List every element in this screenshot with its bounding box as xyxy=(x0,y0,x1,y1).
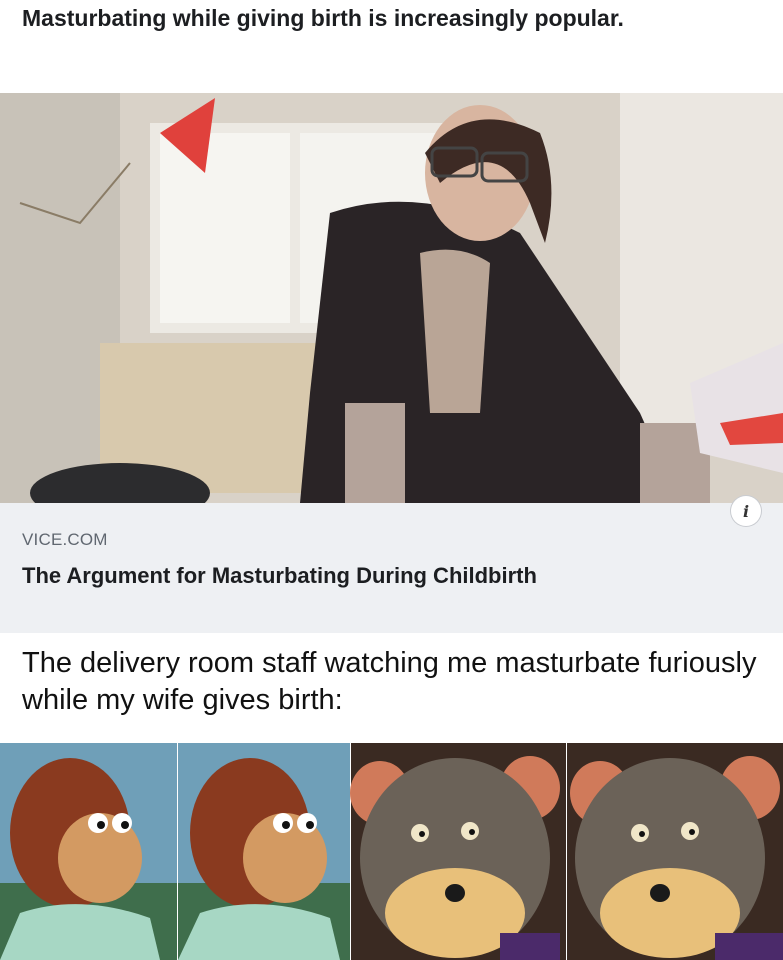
link-title[interactable]: The Argument for Masturbating During Chi… xyxy=(22,560,662,592)
link-domain: VICE.COM xyxy=(22,530,108,549)
article-photo[interactable] xyxy=(0,93,783,503)
meme-image-strip xyxy=(0,743,783,960)
info-icon[interactable]: i xyxy=(731,496,761,526)
meme-caption: The delivery room staff watching me mast… xyxy=(22,647,757,716)
post-text: Masturbating while giving birth is incre… xyxy=(22,5,624,31)
link-preview-card[interactable]: i VICE.COM The Argument for Masturbating… xyxy=(0,93,783,633)
